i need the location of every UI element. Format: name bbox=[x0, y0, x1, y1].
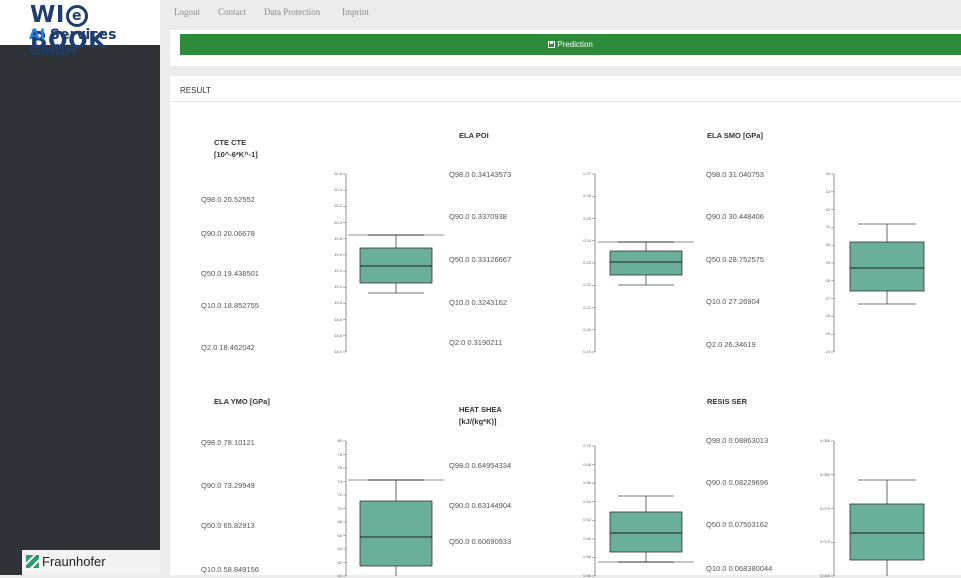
brand-logo[interactable]: WI eBOOK AI Services GmbH bbox=[0, 0, 160, 59]
top-navigation: Logout Contact Data Protection Imprint bbox=[160, 0, 961, 28]
save-icon bbox=[548, 41, 556, 48]
sidebar: WI eBOOK AI Services GmbH Fraunhofer bbox=[0, 0, 160, 575]
boxplot bbox=[831, 440, 925, 577]
logo-subtitle: AI Services GmbH bbox=[29, 27, 117, 59]
nav-contact[interactable]: Contact bbox=[218, 7, 246, 17]
prediction-button[interactable]: Prediction bbox=[180, 34, 961, 55]
nav-imprint[interactable]: Imprint bbox=[342, 7, 369, 17]
fraunhofer-icon bbox=[26, 555, 39, 568]
fraunhofer-logo: Fraunhofer bbox=[22, 550, 160, 575]
nav-data-protection[interactable]: Data Protection bbox=[264, 7, 320, 17]
prediction-panel: Prediction bbox=[170, 30, 961, 66]
nav-logout[interactable]: Logout bbox=[174, 7, 200, 17]
result-panel: RESULT CTE CTE [10^-6*K^-1] Q98.0 20.5255… bbox=[170, 76, 961, 578]
iqr-box bbox=[849, 503, 925, 561]
